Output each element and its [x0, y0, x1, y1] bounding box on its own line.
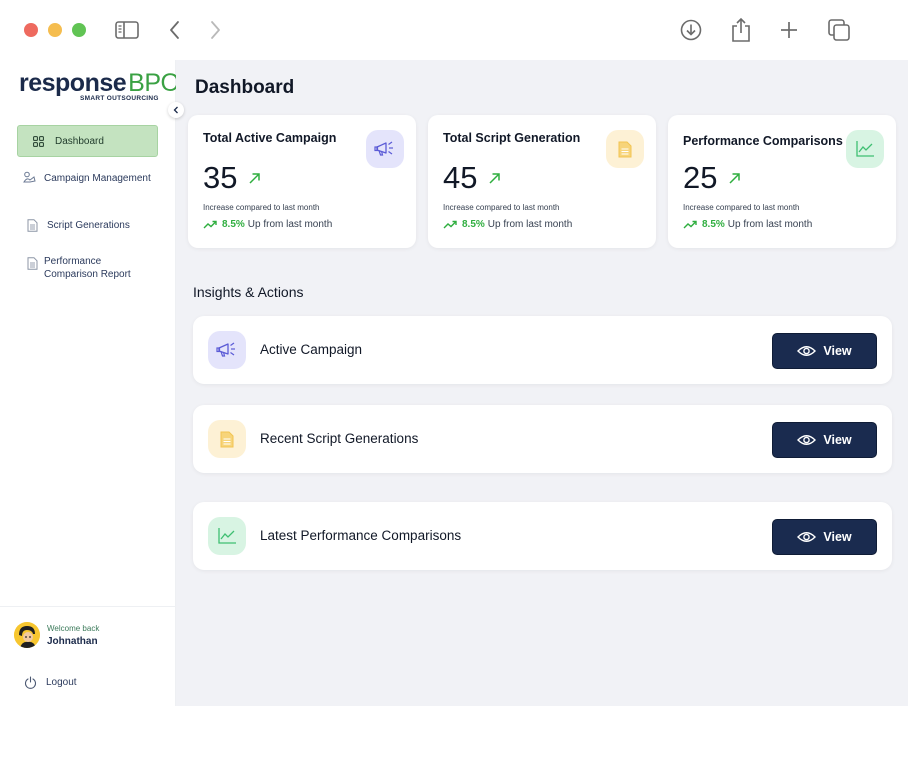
insight-row-latest-performance-comparisons: Latest Performance Comparisons View: [193, 502, 892, 570]
button-label: View: [823, 530, 852, 544]
eye-icon: [797, 434, 817, 446]
user-profile[interactable]: Welcome back Johnathan: [14, 622, 99, 648]
close-window-button[interactable]: [24, 23, 38, 37]
sidebar-item-campaign-management[interactable]: Campaign Management: [23, 171, 164, 185]
sidebar: responseBPO SMART OUTSOURCING Dashboard …: [0, 60, 180, 706]
section-title: Insights & Actions: [193, 284, 304, 300]
logout-label: Logout: [46, 677, 77, 688]
stat-card-script-generation: Total Script Generation 45 Increase comp…: [428, 115, 656, 248]
tabs-overview-icon[interactable]: [825, 16, 853, 44]
trend-percent: 8.5%: [462, 219, 485, 230]
power-icon: [24, 676, 37, 689]
trend-text: Up from last month: [727, 219, 813, 230]
view-active-campaign-button[interactable]: View: [772, 333, 877, 369]
label-line-1: Performance: [44, 256, 102, 267]
trend-text: Up from last month: [487, 219, 573, 230]
trending-up-icon: [203, 220, 217, 229]
megaphone-icon: [366, 130, 404, 168]
document-icon: [606, 130, 644, 168]
back-icon[interactable]: [161, 16, 189, 44]
arrow-up-right-icon: [248, 172, 261, 185]
megaphone-icon: [208, 331, 246, 369]
stat-title: Performance Comparisons: [683, 134, 843, 148]
sidebar-item-label: Campaign Management: [44, 172, 151, 184]
eye-icon: [797, 531, 817, 543]
stat-card-performance-comparisons: Performance Comparisons 25 Increase comp…: [668, 115, 896, 248]
button-label: View: [823, 344, 852, 358]
arrow-up-right-icon: [488, 172, 501, 185]
stat-title: Total Active Campaign: [203, 131, 337, 145]
document-icon: [208, 420, 246, 458]
stat-trend: 8.5% Up from last month: [443, 219, 572, 230]
trend-percent: 8.5%: [702, 219, 725, 230]
page-title: Dashboard: [195, 77, 295, 98]
row-label: Active Campaign: [260, 342, 363, 357]
collapse-sidebar-button[interactable]: [168, 102, 184, 118]
stat-number: 25: [683, 160, 718, 195]
insight-row-active-campaign: Active Campaign View: [193, 316, 892, 384]
sidebar-item-label: Dashboard: [55, 135, 104, 147]
welcome-text: Welcome back: [47, 623, 100, 633]
share-icon[interactable]: [727, 16, 755, 44]
title-bar: [0, 0, 908, 60]
label-line-2: Comparison Report: [44, 268, 131, 280]
button-label: View: [823, 433, 852, 447]
campaign-icon: [23, 171, 37, 185]
minimize-window-button[interactable]: [48, 23, 62, 37]
stat-title: Total Script Generation: [443, 131, 581, 145]
grid-icon: [31, 134, 45, 148]
trending-up-icon: [683, 220, 697, 229]
line-chart-icon: [846, 130, 884, 168]
avatar: [14, 622, 40, 648]
view-recent-script-generations-button[interactable]: View: [772, 422, 877, 458]
sidebar-item-label: Performance Comparison Report: [44, 256, 131, 281]
view-latest-performance-comparisons-button[interactable]: View: [772, 519, 877, 555]
sidebar-item-label: Script Generations: [47, 219, 130, 231]
arrow-up-right-icon: [728, 172, 741, 185]
document-icon: [25, 218, 39, 232]
trend-percent: 8.5%: [222, 219, 245, 230]
logout-button[interactable]: Logout: [24, 676, 77, 689]
trending-up-icon: [443, 220, 457, 229]
stat-number: 35: [203, 160, 238, 195]
stat-trend: 8.5% Up from last month: [203, 219, 332, 230]
row-label: Latest Performance Comparisons: [260, 528, 462, 543]
stat-number: 45: [443, 160, 478, 195]
stat-card-active-campaign: Total Active Campaign 35 Increase compar…: [188, 115, 416, 248]
stat-trend: 8.5% Up from last month: [683, 219, 812, 230]
sidebar-item-performance-comparison-report[interactable]: Performance Comparison Report: [25, 256, 166, 281]
stat-value: 45: [443, 160, 501, 196]
sidebar-divider: [0, 606, 176, 607]
brand-logo[interactable]: responseBPO SMART OUTSOURCING: [19, 70, 180, 102]
chevron-left-icon: [173, 106, 178, 114]
insight-row-recent-script-generations: Recent Script Generations View: [193, 405, 892, 473]
sidebar-toggle-icon[interactable]: [113, 16, 141, 44]
stat-subtitle: Increase compared to last month: [203, 203, 320, 212]
stat-value: 35: [203, 160, 261, 196]
new-tab-icon[interactable]: [775, 16, 803, 44]
stat-subtitle: Increase compared to last month: [683, 203, 800, 212]
browser-window: responseBPO SMART OUTSOURCING Dashboard …: [0, 0, 908, 765]
zoom-window-button[interactable]: [72, 23, 86, 37]
eye-icon: [797, 345, 817, 357]
trend-text: Up from last month: [247, 219, 333, 230]
row-label: Recent Script Generations: [260, 431, 419, 446]
user-name: Johnathan: [47, 635, 98, 647]
main-content: Dashboard Total Active Campaign 35 Incre…: [176, 60, 908, 706]
forward-icon[interactable]: [201, 16, 229, 44]
sidebar-item-dashboard[interactable]: Dashboard: [17, 125, 158, 157]
stat-value: 25: [683, 160, 741, 196]
stat-subtitle: Increase compared to last month: [443, 203, 560, 212]
sidebar-item-script-generations[interactable]: Script Generations: [25, 218, 166, 232]
document-icon: [25, 256, 39, 270]
line-chart-icon: [208, 517, 246, 555]
download-icon[interactable]: [677, 16, 705, 44]
